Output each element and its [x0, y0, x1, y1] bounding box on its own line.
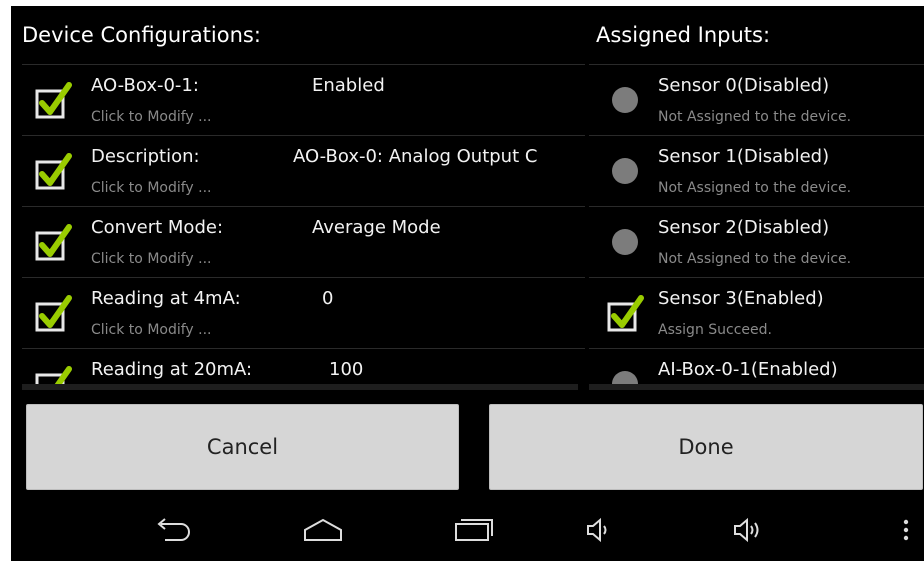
inputs-list-fade	[589, 384, 924, 390]
checkbox[interactable]	[34, 152, 74, 192]
config-row[interactable]: Description: AO-Box-0: Analog Output C Cli…	[22, 135, 585, 206]
config-label: AO-Box-0-1:	[91, 75, 199, 96]
checkbox-checked-icon	[35, 82, 72, 119]
input-status: Not Assigned to the device.	[658, 251, 852, 267]
config-row[interactable]: Convert Mode: Average Mode Click to Modify…	[22, 206, 585, 277]
checkbox[interactable]	[34, 81, 74, 121]
done-button[interactable]: Done	[489, 404, 923, 490]
checkbox-checked-icon	[35, 153, 72, 190]
config-value: AO-Box-0: Analog Output C	[293, 146, 538, 167]
config-label: Description:	[91, 146, 200, 167]
config-label: Reading at 20mA:	[91, 359, 253, 380]
input-row[interactable]: Sensor 1(Disabled) Not Assigned to the de…	[589, 135, 924, 206]
recent-apps-icon[interactable]	[452, 514, 496, 546]
volume-up-icon[interactable]	[731, 514, 771, 546]
config-value: Average Mode	[312, 217, 441, 238]
input-row[interactable]: Sensor 0(Disabled) Not Assigned to the de…	[589, 64, 924, 135]
device-configurations-header: Device Configurations:	[22, 23, 261, 47]
config-list-fade	[22, 384, 578, 390]
assigned-inputs-list[interactable]: Sensor 0(Disabled) Not Assigned to the de…	[589, 64, 924, 390]
checkbox-checked-icon	[35, 224, 72, 261]
checkbox[interactable]	[34, 223, 74, 263]
config-row[interactable]: Reading at 4mA: 0 Click to Modify ...	[22, 277, 585, 348]
config-value: 100	[329, 359, 364, 380]
checkbox[interactable]	[34, 294, 74, 334]
config-value: Enabled	[312, 75, 385, 96]
input-name: AI-Box-0-1(Enabled)	[658, 359, 838, 380]
config-hint: Click to Modify ...	[91, 180, 212, 196]
assigned-inputs-header: Assigned Inputs:	[596, 23, 771, 47]
checkbox-checked-icon	[607, 295, 644, 332]
volume-down-icon[interactable]	[584, 514, 616, 546]
config-row[interactable]: AO-Box-0-1: Enabled Click to Modify ...	[22, 64, 585, 135]
navigation-bar	[11, 502, 924, 561]
config-hint: Click to Modify ...	[91, 322, 212, 338]
menu-icon[interactable]	[900, 514, 912, 546]
status-dot-icon	[612, 229, 638, 255]
device-config-list[interactable]: AO-Box-0-1: Enabled Click to Modify ... Des…	[22, 64, 585, 390]
input-row[interactable]: Sensor 2(Disabled) Not Assigned to the de…	[589, 206, 924, 277]
config-hint: Click to Modify ...	[91, 251, 212, 267]
status-dot-icon	[612, 158, 638, 184]
input-name: Sensor 0(Disabled)	[658, 75, 830, 96]
checkbox[interactable]	[606, 294, 646, 334]
cancel-button[interactable]: Cancel	[26, 404, 459, 490]
config-label: Convert Mode:	[91, 217, 224, 238]
input-name: Sensor 1(Disabled)	[658, 146, 830, 167]
input-status: Assign Succeed.	[658, 322, 772, 338]
config-value: 0	[322, 288, 334, 309]
screen: Device Configurations: Assigned Inputs: …	[11, 6, 924, 561]
input-status: Not Assigned to the device.	[658, 109, 852, 125]
home-icon[interactable]	[301, 514, 345, 546]
config-label: Reading at 4mA:	[91, 288, 241, 309]
checkbox-checked-icon	[35, 295, 72, 332]
status-dot-icon	[612, 87, 638, 113]
back-icon[interactable]	[151, 514, 195, 546]
config-hint: Click to Modify ...	[91, 109, 212, 125]
input-status: Not Assigned to the device.	[658, 180, 852, 196]
input-name: Sensor 2(Disabled)	[658, 217, 830, 238]
input-name: Sensor 3(Enabled)	[658, 288, 824, 309]
input-row[interactable]: Sensor 3(Enabled) Assign Succeed.	[589, 277, 924, 348]
